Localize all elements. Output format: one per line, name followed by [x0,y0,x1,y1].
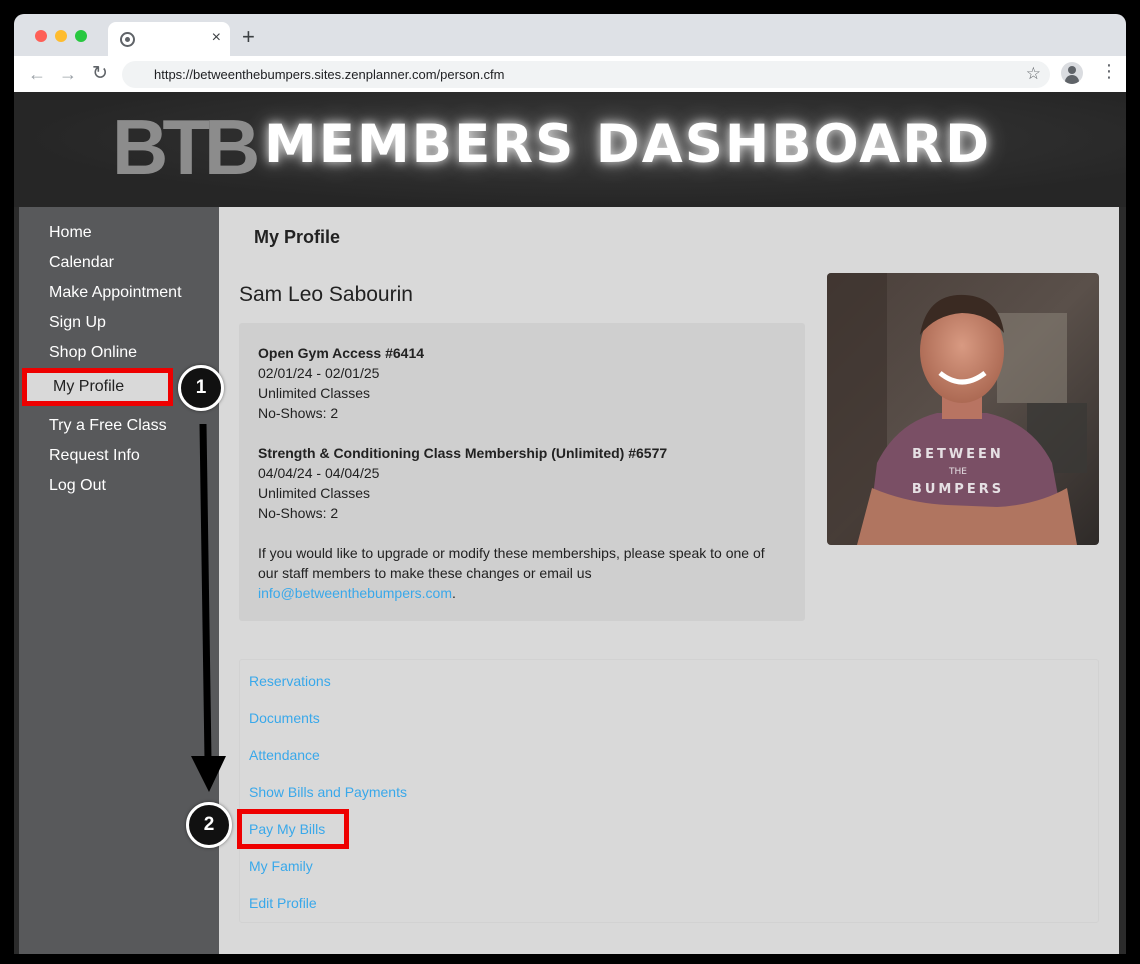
close-window-button[interactable] [35,30,47,42]
svg-text:BETWEEN: BETWEEN [912,447,1004,462]
member-portrait-image: BETWEEN THE BUMPERS [827,273,1099,545]
header-banner: BTB MEMBERS DASHBOARD [14,92,1126,207]
link-documents[interactable]: Documents [249,709,320,727]
page-title: My Profile [254,227,341,247]
link-attendance[interactable]: Attendance [249,746,320,764]
sidebar-item-home[interactable]: Home [49,223,92,243]
sidebar-item-my-profile[interactable]: My Profile [22,368,173,406]
link-show-bills-payments[interactable]: Show Bills and Payments [249,783,407,801]
sidebar-item-shop-online[interactable]: Shop Online [49,343,137,363]
bookmark-star-icon[interactable]: ☆ [1026,64,1041,84]
reload-icon[interactable]: ↻ [92,64,108,84]
membership-dates: 02/01/24 - 02/01/25 [258,365,380,381]
sidebar-item-make-appointment[interactable]: Make Appointment [49,283,182,303]
profile-content: My Profile Sam Leo Sabourin Open Gym Acc… [219,207,1119,954]
member-name: Sam Leo Sabourin [239,283,413,306]
url-text[interactable]: https://betweenthebumpers.sites.zenplann… [154,67,504,82]
email-link[interactable]: info@betweenthebumpers.com [258,585,452,601]
membership-no-shows: No-Shows: 2 [258,505,339,521]
sidebar-item-log-out[interactable]: Log Out [49,476,106,496]
browser-menu-icon[interactable]: ⋮ [1100,62,1118,80]
btb-logo[interactable]: BTB [112,108,260,186]
membership-title: Strength & Conditioning Class Membership… [258,445,668,461]
maximize-window-button[interactable] [75,30,87,42]
back-arrow-icon[interactable]: ← [28,64,46,84]
sidebar-item-sign-up[interactable]: Sign Up [49,313,106,333]
address-bar[interactable]: https://betweenthebumpers.sites.zenplann… [122,61,1050,88]
tab-close-icon[interactable]: × [212,29,221,47]
chrome-favicon-icon [120,32,135,47]
link-reservations[interactable]: Reservations [249,672,331,690]
membership-notice: If you would like to upgrade or modify t… [258,545,765,601]
sidebar-item-request-info[interactable]: Request Info [49,446,140,466]
browser-toolbar: ← → ↻ https://betweenthebumpers.sites.ze… [14,56,1126,92]
browser-tab[interactable]: × [108,22,230,56]
forward-arrow-icon[interactable]: → [59,64,77,84]
membership-dates: 04/04/24 - 04/04/25 [258,465,380,481]
link-my-family[interactable]: My Family [249,857,313,875]
tab-strip: × + [14,14,1126,56]
sidebar-item-calendar[interactable]: Calendar [49,253,114,273]
profile-photo: BETWEEN THE BUMPERS [827,273,1099,545]
step-2-callout: 2 [186,802,232,848]
membership-classes: Unlimited Classes [258,485,371,501]
link-edit-profile[interactable]: Edit Profile [249,894,317,912]
web-page: BTB MEMBERS DASHBOARD Home Calendar Make… [14,92,1126,954]
banner-title: MEMBERS DASHBOARD [264,114,992,175]
membership-title: Open Gym Access #6414 [258,345,425,361]
sidebar-item-try-free-class[interactable]: Try a Free Class [49,416,167,436]
profile-avatar-icon[interactable] [1061,62,1083,84]
svg-text:THE: THE [948,467,967,477]
membership-no-shows: No-Shows: 2 [258,405,339,421]
sidebar-nav: Home Calendar Make Appointment Sign Up S… [19,207,219,954]
profile-links-panel: Reservations Documents Attendance Show B… [237,659,1099,923]
link-pay-my-bills[interactable]: Pay My Bills [237,809,349,849]
browser-window: × + ← → ↻ https://betweenthebumpers.site… [14,14,1126,954]
new-tab-button[interactable]: + [242,25,255,49]
step-1-callout: 1 [178,365,224,411]
minimize-window-button[interactable] [55,30,67,42]
membership-classes: Unlimited Classes [258,385,371,401]
svg-text:BUMPERS: BUMPERS [912,482,1004,497]
memberships-panel: Open Gym Access #6414 02/01/24 - 02/01/2… [239,323,805,621]
